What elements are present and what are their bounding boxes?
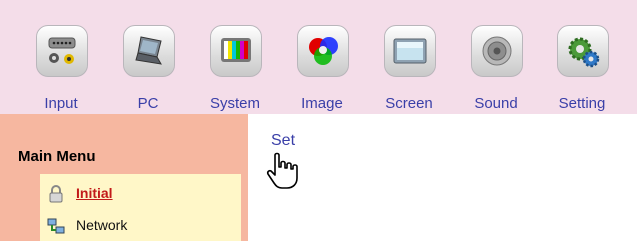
rgb-balls-icon (297, 25, 349, 77)
lock-icon (49, 185, 63, 203)
gears-icon (557, 25, 609, 77)
top-toolbar: Input PC System Image Screen Sound Setti… (0, 0, 637, 114)
toolbar-button-input[interactable]: Input (26, 25, 96, 113)
set-link[interactable]: Set (271, 132, 295, 150)
toolbar-button-image[interactable]: Image (287, 25, 357, 113)
toolbar-button-setting[interactable]: Setting (547, 25, 617, 113)
toolbar-label: Input (44, 95, 78, 112)
toolbar-button-screen[interactable]: Screen (374, 25, 444, 113)
sidebar-item-network[interactable]: Network (46, 214, 236, 238)
toolbar-label: Sound (474, 95, 518, 112)
input-connector-icon (36, 25, 88, 77)
toolbar-label: Image (301, 95, 343, 112)
sidebar: Main Menu Initial Network (0, 114, 248, 241)
sidebar-title: Main Menu (18, 148, 96, 165)
toolbar-label: System (209, 95, 260, 112)
sidebar-menu: Initial Network (40, 174, 241, 241)
sidebar-item-label: Initial (76, 185, 113, 201)
speaker-icon (471, 25, 523, 77)
toolbar-label: PC (137, 95, 159, 112)
sidebar-item-initial[interactable]: Initial (46, 182, 236, 206)
laptop-icon (123, 25, 175, 77)
toolbar-button-system[interactable]: System (200, 25, 270, 113)
sidebar-item-label: Network (76, 217, 128, 233)
color-bars-icon (210, 25, 262, 77)
toolbar-label: Screen (385, 95, 433, 112)
main-content: Set (248, 114, 637, 241)
toolbar-label: Setting (558, 95, 606, 112)
toolbar-button-sound[interactable]: Sound (461, 25, 531, 113)
network-icon (47, 218, 65, 234)
hand-pointer-icon (266, 152, 298, 189)
toolbar-button-pc[interactable]: PC (113, 25, 183, 113)
screen-icon (384, 25, 436, 77)
